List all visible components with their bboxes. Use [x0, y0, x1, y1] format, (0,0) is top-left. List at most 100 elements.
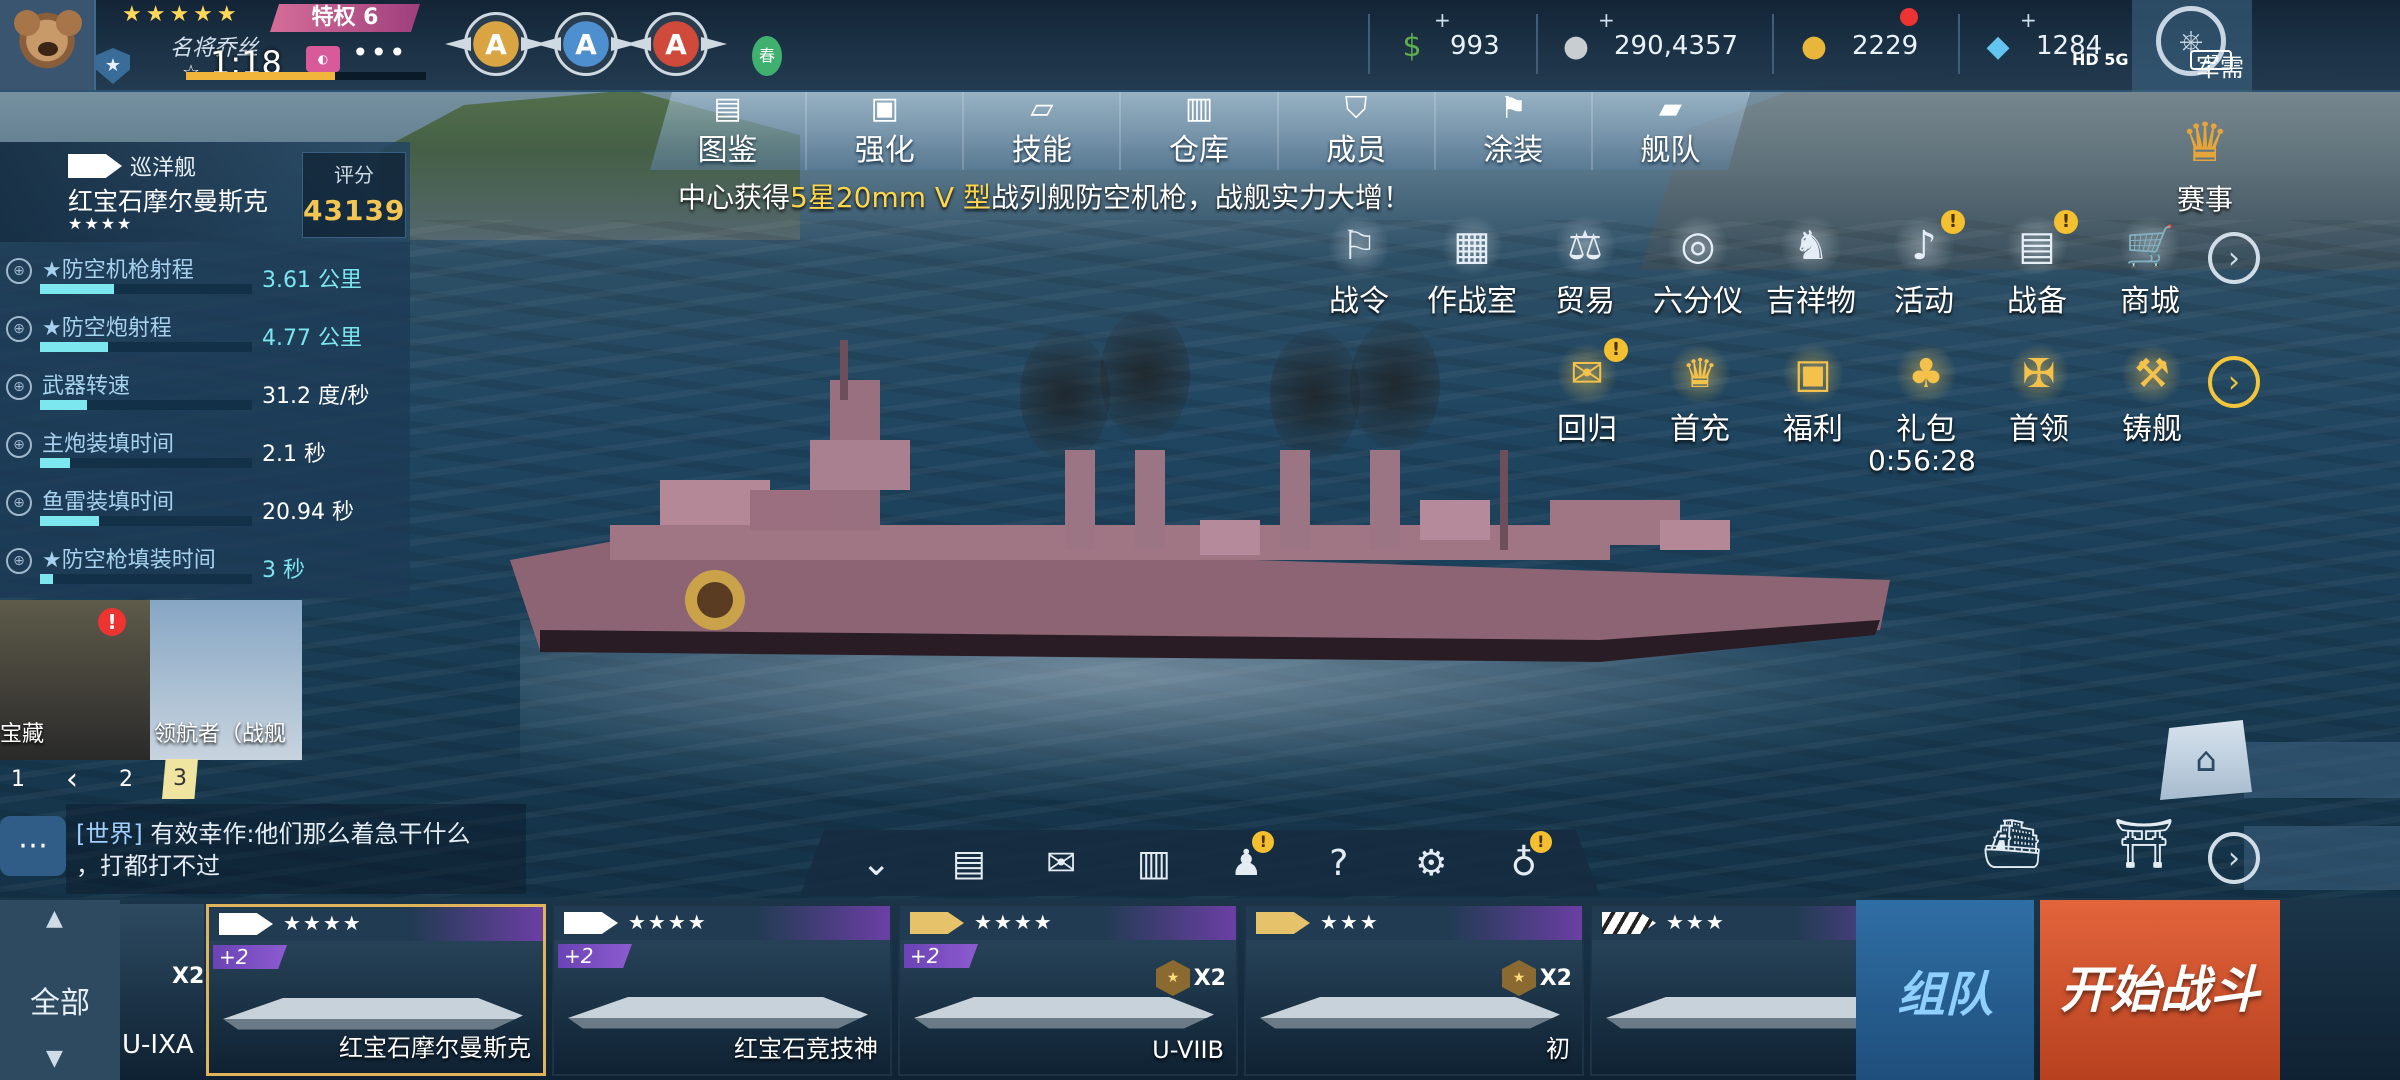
- feature-battle-order[interactable]: ⚐ 战令: [1304, 216, 1414, 319]
- settings-icon[interactable]: ⚙: [1401, 835, 1461, 891]
- friends-icon[interactable]: ♟!: [1216, 831, 1276, 891]
- stat-row: ⊕ ★防空炮射程 4.77 公里: [0, 308, 410, 366]
- help-icon[interactable]: ?: [1309, 835, 1369, 891]
- chevron-right-icon[interactable]: ›: [2208, 356, 2260, 408]
- pager-page[interactable]: 2: [108, 767, 144, 792]
- mail-icon[interactable]: ✉: [1031, 835, 1091, 891]
- start-battle-button[interactable]: 开始战斗: [2040, 900, 2280, 1080]
- resource-silver[interactable]: ● + 290,4357: [1548, 8, 1739, 78]
- collapse-icon[interactable]: ⌄: [846, 835, 906, 891]
- feature-return[interactable]: ✉ 回归!: [1532, 338, 1642, 447]
- alert-icon: !: [1529, 831, 1552, 853]
- rank-badge-gold[interactable]: A: [464, 12, 528, 76]
- scroll-up-icon[interactable]: ▲: [46, 906, 63, 931]
- trade-icon: ⚖: [1553, 216, 1617, 276]
- feature-first-charge[interactable]: ♛ 首充: [1645, 344, 1755, 447]
- menu-item-skills[interactable]: ▱ 技能: [964, 92, 1122, 170]
- scroll-down-icon[interactable]: ▼: [46, 1046, 63, 1071]
- stat-value: 20.94 秒: [262, 500, 354, 525]
- menu-item-crew[interactable]: ⛉ 成员: [1279, 92, 1436, 170]
- spring-festival-tag[interactable]: 春: [752, 36, 782, 76]
- forge-ship-icon: ⚒: [2120, 344, 2184, 404]
- resource-gold[interactable]: ● 2229: [1786, 14, 1918, 78]
- feature-gift-pack[interactable]: ♣ 礼包: [1871, 344, 1981, 447]
- menu-label: 涂装: [1483, 133, 1544, 168]
- menu-item-warehouse[interactable]: ▥ 仓库: [1121, 92, 1279, 170]
- divider: [1536, 14, 1538, 74]
- pager-page[interactable]: 1: [0, 767, 36, 792]
- gear-icon: ⊕: [6, 374, 32, 400]
- cruiser-class-icon: [68, 154, 122, 178]
- stat-row: ⊕ ★防空机枪射程 3.61 公里: [0, 250, 410, 308]
- menu-item-paint[interactable]: ⚑ 涂装: [1436, 92, 1593, 170]
- ship-slot[interactable]: ★★★★ +2 ★ X2 U-VIIB: [898, 904, 1238, 1076]
- stat-bar-fill: [40, 574, 53, 584]
- feature-mascot[interactable]: ♞ 吉祥物: [1756, 216, 1866, 319]
- shipyard-icon[interactable]: ⛴: [1956, 808, 2068, 880]
- chat-text: 有效幸作:他们那么着急干什么: [142, 820, 471, 848]
- player-avatar[interactable]: [0, 0, 96, 90]
- vip-badge[interactable]: 特权 6: [270, 4, 420, 32]
- slot-ship-name: U-IXA: [122, 1030, 194, 1060]
- feature-trade[interactable]: ⚖ 贸易: [1530, 216, 1640, 319]
- feature-shop[interactable]: 🛒 商城: [2095, 216, 2205, 319]
- stat-bar-fill: [40, 458, 70, 468]
- feature-label: 战令: [1329, 284, 1389, 319]
- xp-bar-fill: [186, 72, 335, 80]
- welfare-icon: ▣: [1781, 344, 1845, 404]
- ticker-prefix: 中心获得: [678, 181, 791, 214]
- divider: [1368, 14, 1370, 74]
- add-icon[interactable]: +: [1598, 8, 1615, 32]
- feature-forge-ship[interactable]: ⚒ 铸舰: [2097, 344, 2207, 447]
- stat-value: 31.2 度/秒: [262, 384, 370, 409]
- tips-icon[interactable]: ♁!: [1494, 831, 1554, 891]
- event-button[interactable]: ♛ 赛事: [2150, 108, 2260, 218]
- crane-icon[interactable]: ⛩: [2098, 808, 2190, 880]
- ship-name: 红宝石摩尔曼斯克: [68, 187, 269, 216]
- feature-sextant[interactable]: ◎ 六分仪: [1643, 216, 1753, 319]
- silver-value: 290,4357: [1614, 31, 1739, 61]
- chevron-right-icon[interactable]: ›: [2208, 232, 2260, 284]
- enhance-icon: ▣: [870, 91, 899, 126]
- slot-ship-name: 红宝石竞技神: [734, 1035, 878, 1063]
- ship-slot[interactable]: ★★★★ +2 红宝石竞技神: [552, 904, 892, 1076]
- stat-row: ⊕ 主炮装填时间 2.1 秒: [0, 424, 410, 482]
- first-claim-icon: ✠: [2007, 344, 2071, 404]
- feature-preparation[interactable]: ▤ 战备!: [1982, 210, 2092, 319]
- crew-icon: ⛉: [1344, 91, 1368, 126]
- ship-info-card[interactable]: 巡洋舰 红宝石摩尔曼斯克 ★★★★ 评分 43139: [0, 142, 410, 242]
- ship-slot-selected[interactable]: ★★★★ +2 红宝石摩尔曼斯克: [206, 904, 546, 1076]
- feature-first-claim[interactable]: ✠ 首领: [1984, 344, 2094, 447]
- map-icon[interactable]: ⌂: [2160, 720, 2252, 800]
- more-dots[interactable]: •••: [352, 36, 408, 69]
- rank-badge-red[interactable]: A: [644, 12, 708, 76]
- menu-item-fleet[interactable]: ▰ 舰队: [1593, 92, 1750, 170]
- gold-coin-icon: ●: [1800, 28, 1828, 64]
- feature-activity[interactable]: ♪ 活动!: [1869, 210, 1979, 319]
- ranking-icon[interactable]: ▥: [1124, 835, 1184, 891]
- score-label: 评分: [334, 163, 374, 187]
- ship-slot[interactable]: ★★★ ★ X2 初: [1244, 904, 1584, 1076]
- add-icon[interactable]: +: [1434, 8, 1451, 32]
- chevron-left-icon[interactable]: ‹: [54, 762, 90, 797]
- rank-badge-blue[interactable]: A: [554, 12, 618, 76]
- side-strip: [2244, 826, 2400, 890]
- add-icon[interactable]: +: [2020, 8, 2037, 32]
- team-button[interactable]: 组队: [1856, 900, 2034, 1080]
- menu-item-enhance[interactable]: ▣ 强化: [807, 91, 965, 170]
- menu-label: 强化: [854, 133, 915, 168]
- alert-icon: !: [1941, 210, 1965, 234]
- feature-war-room[interactable]: ▦ 作战室: [1417, 216, 1527, 319]
- pager-page-active[interactable]: 3: [162, 759, 198, 799]
- chevron-right-icon[interactable]: ›: [2208, 832, 2260, 884]
- notification-dot: [1900, 8, 1918, 26]
- menu-item-codex[interactable]: ▤ 图鉴: [650, 92, 808, 170]
- stat-label: ★防空炮射程: [42, 316, 172, 341]
- rank-badge-icon: ★: [1156, 960, 1190, 996]
- feature-welfare[interactable]: ▣ 福利: [1758, 344, 1868, 447]
- feature-label: 贸易: [1555, 284, 1615, 319]
- tasks-icon[interactable]: ▤: [939, 835, 999, 891]
- chat-icon[interactable]: ⋯: [0, 816, 66, 876]
- rank-badge-icon: ★: [1502, 960, 1536, 996]
- resource-cash[interactable]: $ + 993: [1384, 8, 1499, 78]
